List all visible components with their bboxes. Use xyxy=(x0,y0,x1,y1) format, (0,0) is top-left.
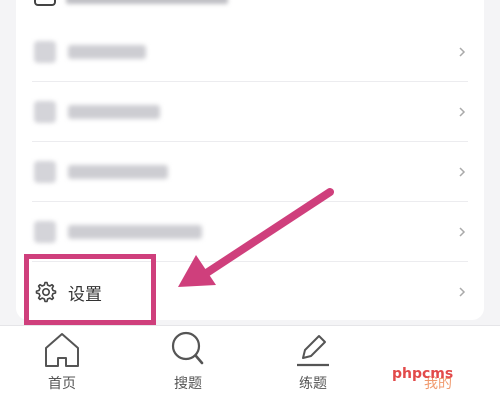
tab-practice[interactable]: 练题 xyxy=(273,326,353,395)
tab-profile[interactable]: 我的 xyxy=(398,326,478,395)
tab-home-label: 首页 xyxy=(48,376,76,392)
watermark: phpcms xyxy=(392,366,454,382)
tab-practice-label: 练题 xyxy=(299,376,327,392)
bottom-tab-bar: 首页 搜题 练题 我的 xyxy=(0,325,500,395)
tab-search[interactable]: 搜题 xyxy=(148,326,228,395)
pencil-icon xyxy=(297,335,329,367)
home-icon xyxy=(45,333,79,367)
tab-search-label: 搜题 xyxy=(174,376,202,392)
tab-home[interactable]: 首页 xyxy=(22,326,102,395)
search-icon xyxy=(171,331,204,365)
